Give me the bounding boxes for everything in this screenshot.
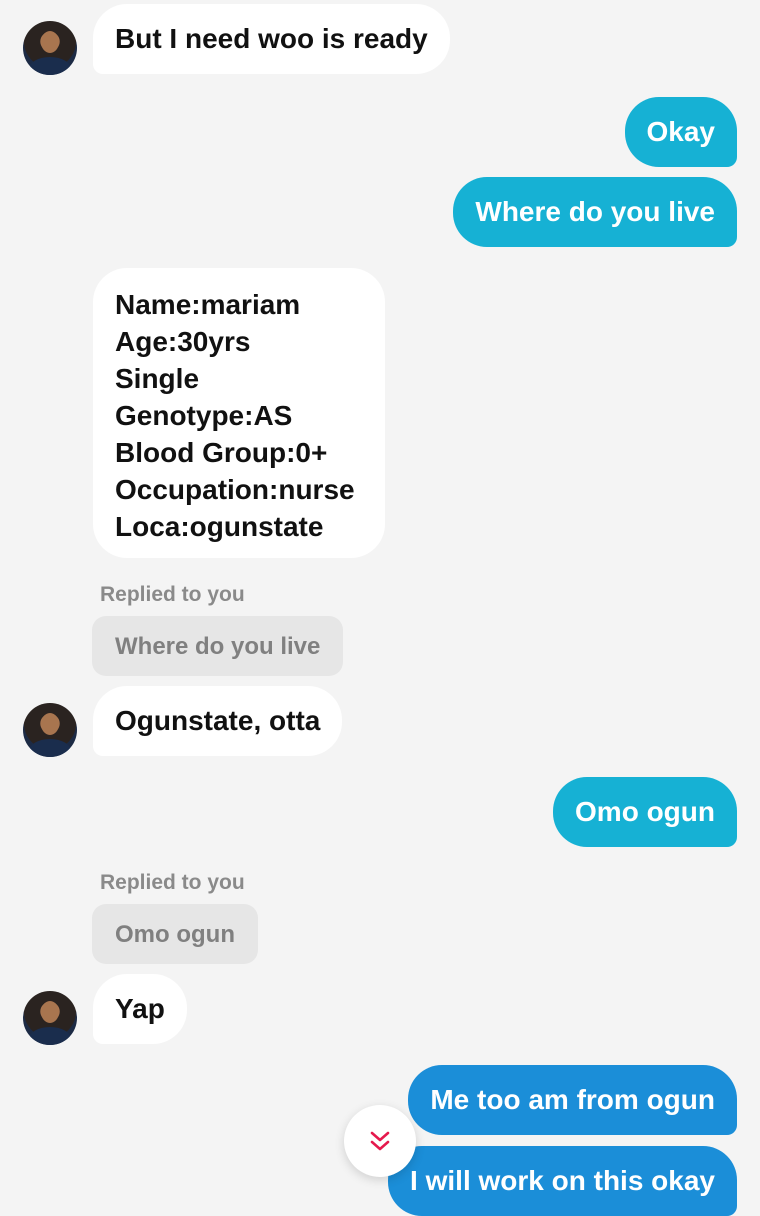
message-line: Age:30yrs: [115, 326, 251, 357]
message-line: Genotype:AS: [115, 400, 293, 431]
message-line: Name:mariam: [115, 289, 301, 320]
reply-caption: Replied to you: [100, 871, 245, 894]
message-line: Blood Group:0+: [115, 437, 328, 468]
message-text: Yap: [115, 993, 165, 1024]
contact-avatar[interactable]: [23, 703, 77, 757]
reply-caption: Replied to you: [100, 583, 245, 606]
message-text: But I need woo is ready: [115, 23, 428, 54]
message-line: Single: [115, 363, 200, 394]
outgoing-message-bubble[interactable]: I will work on this okay: [388, 1146, 737, 1216]
message-text: Ogunstate, otta: [115, 705, 321, 736]
quoted-message[interactable]: Omo ogun: [92, 904, 258, 964]
outgoing-message-bubble[interactable]: Where do you live: [453, 177, 737, 247]
outgoing-message-bubble[interactable]: Me too am from ogun: [408, 1065, 737, 1135]
outgoing-message-bubble[interactable]: Omo ogun: [553, 777, 737, 847]
message-text: Where do you live: [475, 196, 715, 227]
scroll-to-bottom-button[interactable]: [344, 1105, 416, 1177]
incoming-message-bubble[interactable]: But I need woo is ready: [93, 4, 450, 74]
message-text: I will work on this okay: [410, 1165, 715, 1196]
message-line: Occupation:nurse: [115, 474, 355, 505]
double-chevron-down-icon: [370, 1131, 390, 1151]
outgoing-message-bubble[interactable]: Okay: [624, 97, 737, 167]
incoming-message-bubble[interactable]: Yap: [93, 974, 187, 1044]
message-text: Me too am from ogun: [430, 1084, 715, 1115]
quoted-message[interactable]: Where do you live: [92, 616, 344, 676]
contact-avatar[interactable]: [23, 21, 77, 75]
contact-avatar[interactable]: [23, 991, 77, 1045]
incoming-message-bubble[interactable]: Name:mariam Age:30yrs Single Genotype:AS…: [93, 268, 385, 558]
message-text: Okay: [646, 116, 716, 147]
message-text: Omo ogun: [575, 796, 715, 827]
message-line: Loca:ogunstate: [115, 511, 324, 542]
incoming-message-bubble[interactable]: Ogunstate, otta: [93, 686, 343, 756]
